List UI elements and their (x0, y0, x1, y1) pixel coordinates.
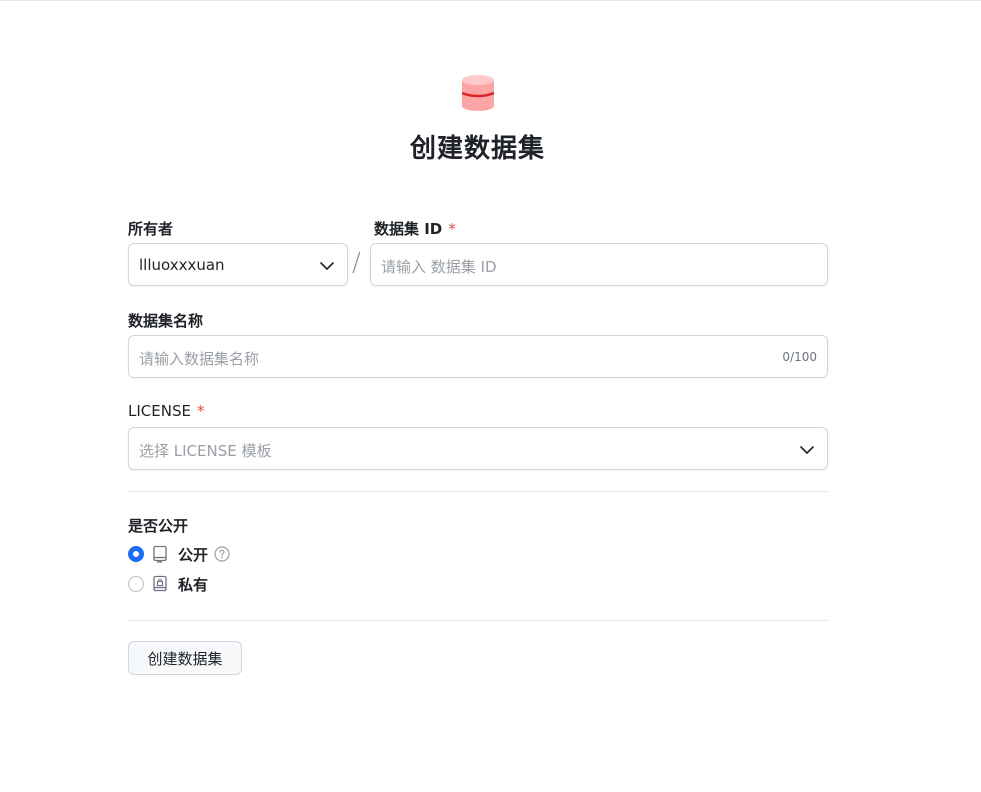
required-mark: * (196, 402, 205, 420)
license-label: LICENSE * (128, 402, 205, 420)
required-mark: * (448, 220, 456, 238)
owner-value: llluoxxxuan (139, 256, 225, 274)
chevron-down-icon (320, 262, 334, 270)
repo-icon (153, 545, 167, 563)
dataset-name-placeholder: 请输入数据集名称 (139, 350, 260, 368)
visibility-option-private[interactable]: 私有 (128, 573, 208, 595)
visibility-option-public[interactable]: 公开 (128, 543, 230, 565)
license-select[interactable]: 选择 LICENSE 模板 (128, 427, 828, 470)
dataset-id-input[interactable]: 请输入 数据集 ID (370, 243, 828, 286)
dataset-id-label: 数据集 ID * (374, 220, 456, 238)
question-circle-icon[interactable] (214, 546, 230, 562)
section-divider (128, 620, 828, 621)
dataset-name-label: 数据集名称 (128, 312, 204, 330)
page-title: 创建数据集 (409, 134, 545, 164)
create-dataset-button[interactable]: 创建数据集 (128, 641, 242, 675)
dataset-name-input[interactable]: 请输入数据集名称 0/100 (128, 335, 828, 378)
private-label: 私有 (178, 575, 209, 594)
private-radio[interactable] (128, 576, 144, 592)
section-divider (128, 491, 828, 492)
owner-label: 所有者 (128, 220, 174, 238)
visibility-label: 是否公开 (128, 517, 189, 535)
owner-id-separator: / (352, 248, 361, 278)
database-icon (462, 75, 494, 111)
lock-repo-icon (153, 575, 167, 592)
owner-select[interactable]: llluoxxxuan (128, 243, 348, 286)
public-label: 公开 (178, 545, 209, 564)
public-radio[interactable] (128, 546, 144, 562)
license-placeholder: 选择 LICENSE 模板 (139, 442, 272, 460)
chevron-down-icon (800, 446, 814, 454)
dataset-id-placeholder: 请输入 数据集 ID (381, 258, 497, 276)
char-counter: 0/100 (782, 350, 817, 364)
top-border (0, 0, 981, 1)
